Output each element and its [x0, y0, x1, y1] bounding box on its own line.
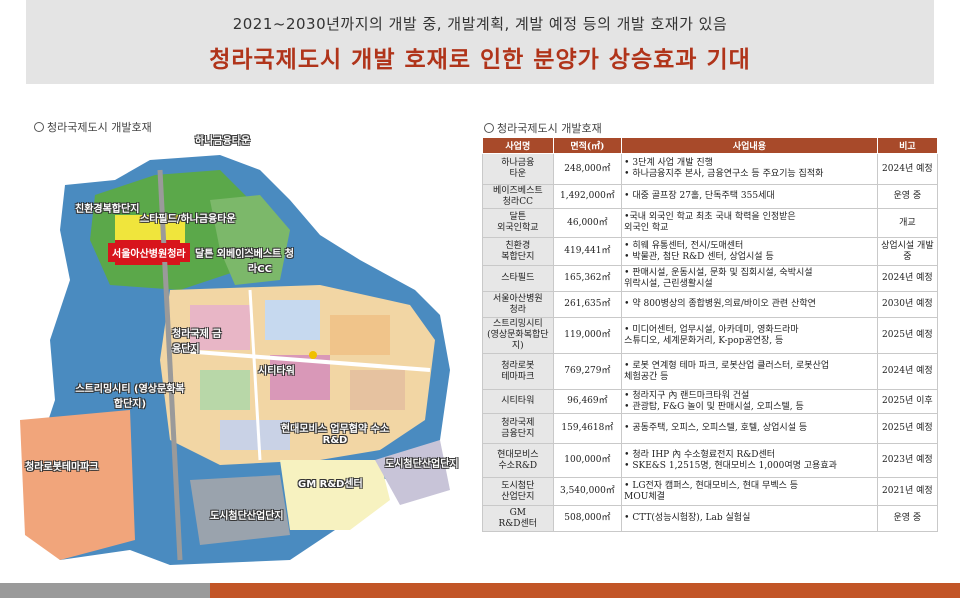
table-header-name: 사업명	[482, 137, 554, 154]
table-header-row: 사업명 면적(㎡) 사업내용 비고	[482, 137, 939, 154]
map-label-citytower: 시티타워	[258, 366, 295, 377]
table-row: 스타필드 165,362㎡ • 판매시설, 운동시설, 문화 및 집회시설, 숙박시…	[482, 265, 939, 292]
header-band: 2021~2030년까지의 개발 중, 개발계획, 계발 예정 등의 개발 호재…	[26, 0, 934, 84]
row-desc: • 청라 IHP 內 수소형료전지 R&D센터 • SKE&S 1,2515명,…	[621, 443, 878, 478]
row-name: 시티타워	[482, 389, 554, 414]
row-note: 운영 중	[876, 184, 939, 209]
header-title: 청라국제도시 개발 호재로 인한 분양가 상승효과 기대	[209, 47, 751, 73]
row-note: 2024년 예정	[876, 153, 939, 185]
map-label-high-tech-bottom: 도시첨단산업단지	[210, 511, 284, 522]
map-label-hana: 하나금융타운	[195, 136, 251, 147]
row-area: 261,635㎡	[552, 291, 623, 318]
row-desc: • 청라지구 內 랜드마크타워 건설 • 관광탑, F&G 놀이 및 판매시설,…	[621, 389, 878, 414]
row-note: 2025년 예정	[876, 413, 939, 444]
row-name: 서울아산병원 청라	[482, 291, 554, 318]
table-row: 서울아산병원 청라 261,635㎡ • 약 800병상의 종합병원,의료/바이오 …	[482, 291, 939, 318]
row-desc: • 로봇 연계형 테마 파크, 로봇산업 클러스터, 로봇산업 체험공간 등	[621, 353, 878, 390]
row-desc: • 대중 골프장 27홀, 단독주택 355세대	[621, 184, 878, 209]
footer-gray-bar	[0, 583, 210, 598]
development-table: 사업명 면적(㎡) 사업내용 비고 하나금융 타운 248,000㎡ • 3단계 사…	[482, 137, 939, 532]
row-name: 하나금융 타운	[482, 153, 554, 185]
map-label-robot: 청라로봇테마파크	[25, 462, 99, 473]
circle-bullet-icon	[484, 123, 494, 133]
map-section-label: 청라국제도시 개발호재	[34, 119, 152, 135]
table-row: 스트리밍시티 (영상문화복합단지) 119,000㎡ • 미디어센터, 업무시설, …	[482, 317, 939, 354]
table-section-label: 청라국제도시 개발호재	[484, 120, 602, 136]
row-area: 119,000㎡	[552, 317, 623, 354]
row-desc: • CTT(성능시험장), Lab 실험실	[621, 505, 878, 532]
row-desc: • 판매시설, 운동시설, 문화 및 집회시설, 숙박시설 위락시설, 근린생활…	[621, 265, 878, 292]
row-desc: •국내 외국인 학교 최초 국내 학력을 인정받은 외국인 학교	[621, 208, 878, 238]
row-name: 도시첨단 산업단지	[482, 477, 554, 506]
table-row: 베이즈베스트 청라CC 1,492,000㎡ • 대중 골프장 27홀, 단독주택 …	[482, 184, 939, 209]
map-label-seoul-asan: 서울아산병원청라	[108, 243, 190, 262]
footer-orange-bar	[210, 583, 960, 598]
row-desc: • 미디어센터, 업무시설, 아카데미, 영화드라마 스튜디오, 세계문화거리,…	[621, 317, 878, 354]
row-note: 상업시설 개발 중	[876, 237, 939, 266]
row-name: 청라국제 금융단지	[482, 413, 554, 444]
row-area: 96,469㎡	[552, 389, 623, 414]
row-note: 2023년 예정	[876, 443, 939, 478]
row-name: 청라로봇 테마파크	[482, 353, 554, 390]
table-row: 시티타워 96,469㎡ • 청라지구 內 랜드마크타워 건설 • 관광탑, F&G…	[482, 389, 939, 414]
table-row: 도시첨단 산업단지 3,540,000㎡ • LG전자 캠퍼스, 현대모비스, 현대…	[482, 477, 939, 506]
row-area: 769,279㎡	[552, 353, 623, 390]
table-row: 달튼 외국인학교 46,000㎡ •국내 외국인 학교 최초 국내 학력을 인정받은…	[482, 208, 939, 238]
map-label-eco: 친환경복합단지	[75, 204, 140, 215]
map-label-hyundai: 현대모비스 업무협약 수소R&D	[280, 424, 390, 446]
row-name: 스타필드	[482, 265, 554, 292]
row-area: 3,540,000㎡	[552, 477, 623, 506]
table-row: 현대모비스 수소R&D 100,000㎡ • 청라 IHP 內 수소형료전지 R&D…	[482, 443, 939, 478]
table-row: 청라로봇 테마파크 769,279㎡ • 로봇 연계형 테마 파크, 로봇산업 클러…	[482, 353, 939, 390]
table-row: 청라국제 금융단지 159,4618㎡ • 공동주택, 오피스, 오피스텔, 호텔,…	[482, 413, 939, 444]
row-desc: • 히웨 유통센터, 전시/도매센터 • 박물관, 첨단 R&D 센터, 상업시…	[621, 237, 878, 266]
row-area: 165,362㎡	[552, 265, 623, 292]
row-name: 베이즈베스트 청라CC	[482, 184, 554, 209]
row-name: 친환경 복합단지	[482, 237, 554, 266]
table-row: 하나금융 타운 248,000㎡ • 3단계 사업 개발 진행 • 하나금융지주 본…	[482, 153, 939, 185]
row-area: 159,4618㎡	[552, 413, 623, 444]
map-label-streamcity: 스트리밍시티 (영상문화복합단지)	[75, 384, 185, 410]
row-area: 100,000㎡	[552, 443, 623, 478]
table-header-desc: 사업내용	[621, 137, 878, 154]
map-label-high-tech-right: 도시첨단산업단지	[385, 459, 459, 470]
row-note: 2021년 예정	[876, 477, 939, 506]
map-label-starfield: 스타필드/하나금융타운	[140, 214, 236, 225]
map-label-bestiest: 베이스베스트 청라CC	[226, 249, 294, 275]
row-desc: • LG전자 캠퍼스, 현대모비스, 현대 무벡스 등 MOU체결	[621, 477, 878, 506]
table-row: GM R&D센터 508,000㎡ • CTT(성능시험장), Lab 실험실 운영 …	[482, 505, 939, 532]
row-name: 현대모비스 수소R&D	[482, 443, 554, 478]
table-header-note: 비고	[876, 137, 939, 154]
row-name: GM R&D센터	[482, 505, 554, 532]
row-note: 2025년 예정	[876, 317, 939, 354]
row-area: 248,000㎡	[552, 153, 623, 185]
row-area: 1,492,000㎡	[552, 184, 623, 209]
row-desc: • 공동주택, 오피스, 오피스텔, 호텔, 상업시설 등	[621, 413, 878, 444]
row-area: 419,441㎡	[552, 237, 623, 266]
map-label-gm: GM R&D센터	[298, 479, 363, 490]
row-note: 2024년 예정	[876, 353, 939, 390]
row-note: 개교	[876, 208, 939, 238]
row-name: 달튼 외국인학교	[482, 208, 554, 238]
development-map: 하나금융타운 친환경복합단지 스타필드/하나금융타운 서울아산병원청라 달튼 외…	[20, 136, 470, 580]
row-note: 2024년 예정	[876, 265, 939, 292]
row-area: 508,000㎡	[552, 505, 623, 532]
table-row: 친환경 복합단지 419,441㎡ • 히웨 유통센터, 전시/도매센터 • 박물관…	[482, 237, 939, 266]
row-note: 운영 중	[876, 505, 939, 532]
table-header-area: 면적(㎡)	[552, 137, 623, 154]
row-desc: • 약 800병상의 종합병원,의료/바이오 관련 산학연	[621, 291, 878, 318]
row-note: 2030년 예정	[876, 291, 939, 318]
map-label-finance: 청라국제 금융단지	[172, 329, 222, 355]
circle-bullet-icon	[34, 122, 44, 132]
header-subtitle: 2021~2030년까지의 개발 중, 개발계획, 계발 예정 등의 개발 호재…	[232, 15, 728, 33]
row-desc: • 3단계 사업 개발 진행 • 하나금융지주 본사, 금융연구소 등 주요기능…	[621, 153, 878, 185]
row-note: 2025년 이후	[876, 389, 939, 414]
row-name: 스트리밍시티 (영상문화복합단지)	[482, 317, 554, 354]
row-area: 46,000㎡	[552, 208, 623, 238]
